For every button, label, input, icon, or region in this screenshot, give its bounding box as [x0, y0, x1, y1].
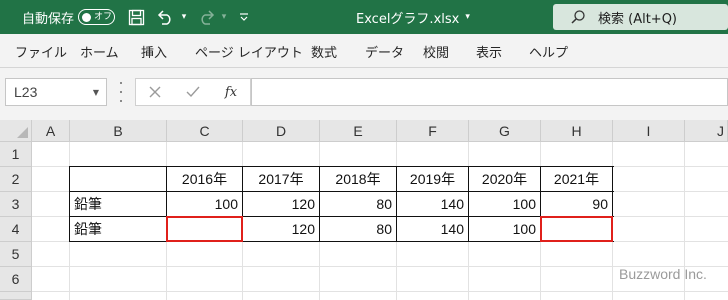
cell-g2[interactable]: 2020年 [469, 167, 540, 191]
cell-e2[interactable]: 2018年 [320, 167, 396, 191]
ribbon-tabs: ファイル ホーム 挿入 ページ レイアウト 数式 データ 校閲 表示 ヘルプ [0, 34, 728, 68]
chevron-down-icon[interactable]: ▼ [93, 88, 99, 97]
row-header-4[interactable]: 4 [0, 217, 32, 242]
column-header-f[interactable]: F [397, 120, 469, 142]
column-header-h[interactable]: H [541, 120, 613, 142]
select-all-button[interactable] [0, 120, 32, 142]
row-header-5[interactable]: 5 [0, 242, 32, 267]
cell-e4[interactable]: 80 [320, 217, 396, 241]
customize-toolbar-icon[interactable] [238, 0, 250, 34]
cell-c2[interactable]: 2016年 [167, 167, 242, 191]
tab-help[interactable]: ヘルプ [529, 34, 568, 68]
cell-f4[interactable]: 140 [397, 217, 468, 241]
cell-g4[interactable]: 100 [469, 217, 540, 241]
empty-cell-highlight-c4 [166, 216, 243, 242]
search-icon [571, 10, 585, 24]
formula-bar-area: L23 ▼ fx [0, 68, 728, 120]
select-all-triangle-icon [17, 127, 28, 138]
cell-f3[interactable]: 140 [397, 192, 468, 216]
gridline [32, 291, 728, 292]
checkmark-icon[interactable] [178, 78, 208, 106]
row-header-2[interactable]: 2 [0, 167, 32, 192]
tab-file[interactable]: ファイル [15, 34, 67, 68]
chevron-down-icon: ▾ [465, 12, 470, 22]
cell-h2[interactable]: 2021年 [541, 167, 612, 191]
search-box[interactable]: 検索 (Alt+Q) [553, 4, 728, 30]
column-header-j[interactable]: J [685, 120, 728, 142]
column-header-b[interactable]: B [70, 120, 167, 142]
file-title[interactable]: Excelグラフ.xlsx ▾ [356, 0, 470, 34]
table-border [69, 241, 614, 242]
file-name: Excelグラフ.xlsx [356, 11, 460, 27]
autosave-toggle[interactable]: オフ [78, 9, 115, 25]
tab-formulas[interactable]: 数式 [311, 34, 337, 68]
column-header-d[interactable]: D [243, 120, 320, 142]
tab-insert[interactable]: 挿入 [141, 34, 167, 68]
cell-f2[interactable]: 2019年 [397, 167, 468, 191]
row-header-3[interactable]: 3 [0, 192, 32, 217]
cell-e3[interactable]: 80 [320, 192, 396, 216]
insert-function-button[interactable]: fx [216, 78, 246, 106]
column-header-a[interactable]: A [32, 120, 70, 142]
tab-view[interactable]: 表示 [476, 34, 502, 68]
undo-icon[interactable] [154, 0, 176, 34]
cell-b4[interactable]: 鉛筆 [70, 217, 166, 241]
row-header-6[interactable]: 6 [0, 267, 32, 292]
tab-review[interactable]: 校閲 [423, 34, 449, 68]
column-header-g[interactable]: G [469, 120, 541, 142]
row-header-7[interactable] [0, 292, 32, 300]
tab-data[interactable]: データ [365, 34, 404, 68]
autosave-label: 自動保存 [22, 11, 75, 27]
undo-dropdown-icon[interactable]: ▾ [179, 0, 189, 34]
title-bar: 自動保存 オフ ▾ ▾ Excelグラフ.xlsx ▾ 検索 (Alt+Q) [0, 0, 728, 34]
save-icon[interactable] [126, 0, 146, 34]
redo-dropdown-icon: ▾ [221, 12, 227, 22]
tab-page-layout[interactable]: ページ レイアウト [195, 34, 303, 68]
name-box-value: L23 [14, 84, 38, 100]
search-label: 検索 (Alt+Q) [598, 11, 678, 27]
cancel-icon[interactable] [140, 78, 170, 106]
cell-d4[interactable]: 120 [243, 217, 319, 241]
formula-input[interactable] [251, 78, 728, 106]
name-box[interactable]: L23 ▼ [5, 78, 107, 106]
cell-d3[interactable]: 120 [243, 192, 319, 216]
cell-d2[interactable]: 2017年 [243, 167, 319, 191]
empty-cell-highlight-h4 [540, 216, 613, 242]
tab-home[interactable]: ホーム [80, 34, 119, 68]
column-header-e[interactable]: E [320, 120, 397, 142]
row-header-1[interactable]: 1 [0, 142, 32, 167]
watermark: Buzzword Inc. [619, 266, 707, 282]
toggle-knob [82, 12, 91, 22]
redo-icon [196, 0, 218, 34]
cell-c3[interactable]: 100 [167, 192, 242, 216]
cell-b3[interactable]: 鉛筆 [70, 192, 166, 216]
cell-h3[interactable]: 90 [541, 192, 612, 216]
column-header-c[interactable]: C [167, 120, 243, 142]
autosave-state: オフ [94, 11, 113, 22]
drag-handle-icon[interactable] [119, 82, 123, 102]
column-header-i[interactable]: I [613, 120, 685, 142]
cell-g3[interactable]: 100 [469, 192, 540, 216]
